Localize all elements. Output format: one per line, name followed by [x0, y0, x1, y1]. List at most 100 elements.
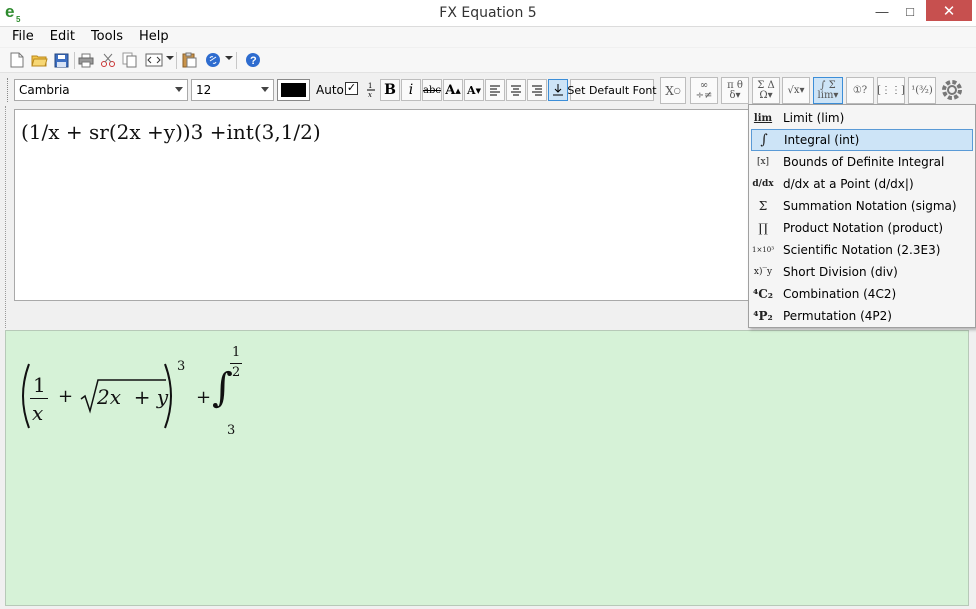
menu-item-short-division[interactable]: x)‾y Short Division (div) [751, 261, 973, 283]
function-button[interactable]: ①? [846, 77, 874, 104]
fraction-denominator: x [32, 401, 44, 425]
chevron-down-icon [261, 87, 269, 92]
menu-item-summation[interactable]: Σ Summation Notation (sigma) [751, 195, 973, 217]
fraction-numerator: 1 [33, 373, 46, 397]
increase-font-button[interactable]: A ▲ [443, 79, 463, 101]
permutation-icon: ⁴P₂ [753, 309, 773, 323]
help-icon[interactable]: ? [244, 51, 262, 69]
title-bar: e 5 FX Equation 5 — □ ✕ [0, 0, 976, 27]
cut-icon[interactable] [99, 51, 117, 69]
matrix-button[interactable]: [⋮⋮] [877, 77, 905, 104]
short-division-icon: x)‾y [753, 267, 773, 277]
fraction-bar [30, 398, 48, 399]
plus-sign: + [196, 387, 212, 408]
fraction-size-button[interactable]: 1x [361, 79, 381, 101]
menu-file[interactable]: File [4, 27, 42, 47]
italic-button[interactable]: i [401, 79, 421, 101]
auto-label: Auto [316, 83, 344, 97]
set-default-font-button[interactable]: Set Default Font [567, 79, 657, 101]
menu-item-label: Bounds of Definite Integral [783, 155, 945, 169]
integral-upper-numerator: 1 [232, 345, 241, 360]
menu-item-scientific[interactable]: 1×10³ Scientific Notation (2.3E3) [751, 239, 973, 261]
menu-item-label: Integral (int) [784, 133, 860, 147]
menu-tools[interactable]: Tools [83, 27, 131, 47]
menu-item-derivative[interactable]: d/dx d/dx at a Point (d/dx|) [751, 173, 973, 195]
window-title: FX Equation 5 [439, 5, 537, 21]
menu-help[interactable]: Help [131, 27, 177, 47]
product-icon: ∏ [758, 221, 768, 235]
integral-upper-bar [230, 363, 242, 364]
bold-button[interactable]: B [380, 79, 400, 101]
combination-icon: ⁴C₂ [752, 287, 774, 301]
svg-text:x: x [368, 91, 372, 99]
equation-preview: 1 x + 2x + y 3 + ∫ 1 2 3 [5, 330, 969, 606]
font-size-select[interactable]: 12 [191, 79, 274, 101]
menu-item-permutation[interactable]: ⁴P₂ Permutation (4P2) [751, 305, 973, 327]
font-color-button[interactable] [277, 79, 310, 101]
align-right-button[interactable] [527, 79, 547, 101]
auto-checkbox[interactable]: ✓ [345, 82, 358, 95]
menu-edit[interactable]: Edit [42, 27, 83, 47]
strikethrough-button[interactable]: abc [422, 79, 442, 101]
menu-item-label: Product Notation (product) [783, 221, 944, 235]
equation-input[interactable]: (1/x + sr(2x +y))3 +int(3,1/2) [14, 109, 774, 301]
align-center-button[interactable] [506, 79, 526, 101]
mixed-fraction-button[interactable]: ¹(³⁄₂) [908, 77, 936, 104]
summation-icon: Σ [758, 199, 768, 213]
integral-sign: ∫ [212, 365, 233, 411]
bounds-icon: [x] [756, 157, 770, 167]
font-family-select[interactable]: Cambria [14, 79, 188, 101]
toolbar-grip[interactable] [7, 78, 10, 102]
superscript-button[interactable]: X ○ [660, 77, 686, 104]
greek-symbols-button[interactable]: π θ δ▾ [721, 77, 749, 104]
menu-item-combination[interactable]: ⁴C₂ Combination (4C2) [751, 283, 973, 305]
code-view-dropdown[interactable] [166, 56, 174, 60]
infinity-symbols-button[interactable]: ∞ ÷≠ [690, 77, 718, 104]
integral-upper-denominator: 2 [232, 365, 241, 380]
print-icon[interactable] [77, 51, 95, 69]
calculus-dropdown-menu: lim Limit (lim) ∫ Integral (int) [x] Bou… [748, 104, 976, 328]
minimize-button[interactable]: — [868, 0, 896, 22]
plus-sign: + [58, 386, 74, 407]
font-color-swatch [281, 83, 306, 97]
calculus-button[interactable]: ∫ Σlim▾ [813, 77, 843, 104]
code-view-icon[interactable] [145, 51, 163, 69]
menu-item-label: Short Division (div) [783, 265, 898, 279]
align-left-button[interactable] [485, 79, 505, 101]
decrease-font-button[interactable]: A ▼ [464, 79, 484, 101]
font-size-value: 12 [196, 83, 212, 97]
align-bottom-button[interactable] [548, 79, 568, 101]
menu-item-product[interactable]: ∏ Product Notation (product) [751, 217, 973, 239]
settings-gear-icon[interactable] [940, 78, 964, 102]
menu-item-label: Summation Notation (sigma) [783, 199, 957, 213]
limit-icon: lim [753, 112, 773, 124]
derivative-icon: d/dx [752, 179, 774, 189]
menu-item-label: Scientific Notation (2.3E3) [783, 243, 941, 257]
close-button[interactable]: ✕ [926, 0, 972, 21]
font-family-value: Cambria [19, 83, 70, 97]
menu-item-integral[interactable]: ∫ Integral (int) [751, 129, 973, 151]
scientific-notation-icon: 1×10³ [751, 246, 775, 254]
left-paren [22, 363, 30, 429]
link-dropdown[interactable] [225, 56, 233, 60]
menu-item-bounds[interactable]: [x] Bounds of Definite Integral [751, 151, 973, 173]
new-file-icon[interactable] [8, 51, 26, 69]
menu-item-label: Limit (lim) [783, 111, 845, 125]
open-folder-icon[interactable] [30, 51, 48, 69]
menu-item-limit[interactable]: lim Limit (lim) [751, 107, 973, 129]
menu-item-label: d/dx at a Point (d/dx|) [783, 177, 914, 191]
save-icon[interactable] [52, 51, 70, 69]
paste-icon[interactable] [180, 51, 198, 69]
svg-text:1: 1 [368, 82, 372, 90]
menu-bar: File Edit Tools Help [0, 27, 976, 47]
menu-item-label: Permutation (4P2) [783, 309, 892, 323]
square-root-content: 2x + y [97, 385, 169, 409]
format-toolbar: Cambria 12 Auto ✓ 1x B i abc A ▲ A ▼ Set D… [0, 74, 976, 106]
operator-symbols-button[interactable]: Σ Δ Ω▾ [752, 77, 780, 104]
menu-item-label: Combination (4C2) [783, 287, 897, 301]
standard-toolbar: ? [0, 48, 976, 73]
radical-button[interactable]: √x▾ [782, 77, 810, 104]
link-icon[interactable] [204, 51, 222, 69]
copy-icon[interactable] [121, 51, 139, 69]
maximize-button[interactable]: □ [896, 0, 924, 22]
